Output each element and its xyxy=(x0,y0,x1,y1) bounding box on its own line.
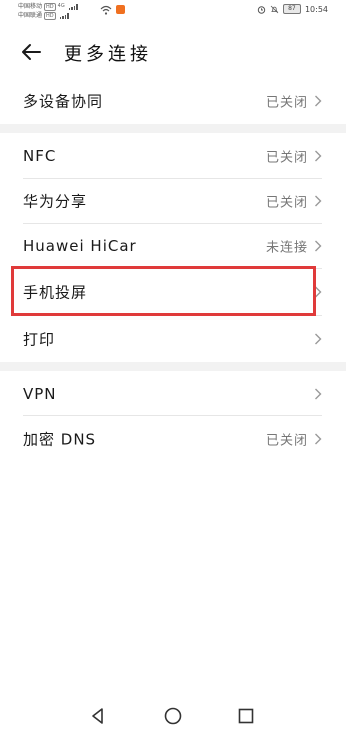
item-label: NFC xyxy=(23,146,57,165)
list-item-encrypted-dns[interactable]: 加密 DNS 已关闭 xyxy=(0,416,346,461)
list-item-hicar[interactable]: Huawei HiCar 未连接 xyxy=(0,223,346,268)
list-item-vpn[interactable]: VPN xyxy=(0,371,346,416)
item-label: 手机投屏 xyxy=(23,283,88,301)
list-item-huawei-share[interactable]: 华为分享 已关闭 xyxy=(0,178,346,223)
section-gap xyxy=(0,362,346,371)
back-arrow-icon[interactable] xyxy=(20,42,42,62)
chevron-right-icon xyxy=(315,333,322,344)
home-circle-icon[interactable] xyxy=(163,706,183,726)
chevron-right-icon xyxy=(315,240,322,251)
wifi-icon xyxy=(100,5,112,15)
mute-icon xyxy=(270,5,279,13)
item-label: 打印 xyxy=(23,330,56,348)
chevron-right-icon xyxy=(315,286,322,297)
signal-icon-2 xyxy=(59,12,69,19)
list-item-multi-device[interactable]: 多设备协同 已关闭 xyxy=(0,78,346,123)
signal-icon xyxy=(68,3,78,10)
page-title: 更多连接 xyxy=(64,44,152,65)
network-type: 4G xyxy=(57,3,65,9)
app-notification-icon xyxy=(116,5,125,14)
page-header: 更多连接 xyxy=(0,30,346,74)
navigation-bar xyxy=(0,698,346,736)
item-label: 华为分享 xyxy=(23,192,88,210)
hd-badge-2: HD xyxy=(44,11,56,20)
item-label: 加密 DNS xyxy=(23,430,97,448)
chevron-right-icon xyxy=(315,195,322,206)
item-status: 已关闭 xyxy=(265,195,308,210)
recents-square-icon[interactable] xyxy=(236,706,256,726)
item-label: 多设备协同 xyxy=(23,92,104,110)
status-bar: 中国移动 HD 4G 中国联通 HD 87 10:54 xyxy=(0,0,346,22)
carrier-2-name: 中国联通 xyxy=(18,12,43,19)
carrier-info: 中国移动 HD 4G 中国联通 HD xyxy=(18,2,78,20)
item-status: 已关闭 xyxy=(265,150,308,165)
hd-badge: HD xyxy=(44,2,56,11)
battery-icon: 87 xyxy=(282,4,301,14)
item-label: Huawei HiCar xyxy=(23,236,137,255)
carrier-1-name: 中国移动 xyxy=(18,3,43,10)
item-status: 未连接 xyxy=(265,240,308,255)
section-gap xyxy=(0,124,346,133)
chevron-right-icon xyxy=(315,150,322,161)
item-status: 已关闭 xyxy=(265,433,308,448)
list-item-screen-projection[interactable]: 手机投屏 xyxy=(0,269,346,314)
chevron-right-icon xyxy=(315,433,322,444)
chevron-right-icon xyxy=(315,388,322,399)
item-status: 已关闭 xyxy=(265,95,308,110)
item-label: VPN xyxy=(23,384,57,403)
chevron-right-icon xyxy=(315,95,322,106)
status-time: 10:54 xyxy=(304,4,328,14)
status-right: 87 10:54 xyxy=(257,4,328,14)
carrier-1-line: 中国移动 HD 4G xyxy=(18,2,78,11)
carrier-2-line: 中国联通 HD xyxy=(18,11,78,20)
list-item-nfc[interactable]: NFC 已关闭 xyxy=(0,133,346,178)
alarm-icon xyxy=(257,5,266,14)
back-triangle-icon[interactable] xyxy=(88,706,108,726)
list-item-print[interactable]: 打印 xyxy=(0,316,346,361)
